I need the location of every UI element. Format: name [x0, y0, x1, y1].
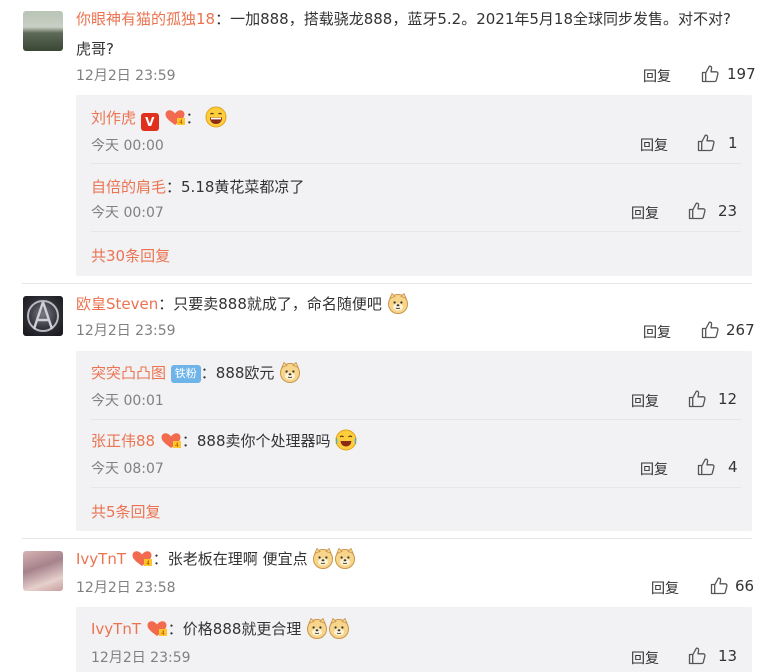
reply-button[interactable]: 回复	[640, 459, 668, 479]
reply-item: 张正伟88 ：888卖你个处理器吗	[91, 429, 357, 451]
thumb-up-icon[interactable]	[687, 389, 707, 409]
reply-time: 今天 00:07	[91, 205, 164, 221]
reply-item: 刘作虎 V ：	[91, 106, 227, 131]
comment-time: 12月2日 23:59	[76, 68, 176, 84]
comment-time: 12月2日 23:58	[76, 580, 176, 596]
like-count: 197	[727, 65, 756, 83]
comment-2: 欧皇Steven：只要卖888就成了，命名随便吧	[76, 292, 409, 314]
comment-text: ：一加888，搭载骁龙888，蓝牙5.2。2021年5月18全球同步发售。对不对…	[215, 10, 731, 28]
reply-time: 12月2日 23:59	[91, 650, 191, 666]
divider	[91, 487, 741, 488]
like-count: 66	[735, 577, 755, 595]
reply-text: ：888卖你个处理器吗	[181, 432, 331, 450]
reply-box: IvyTnT ：价格888就更合理 12月2日 23:59 回复 13	[76, 607, 752, 672]
thumb-up-icon[interactable]	[696, 457, 716, 477]
reply-time: 今天 00:00	[91, 138, 164, 154]
reply-item: IvyTnT ：价格888就更合理	[91, 617, 350, 639]
like-count: 4	[728, 458, 738, 476]
reply-item: 自倍的肩毛：5.18黄花菜都凉了	[91, 176, 304, 197]
reply-button[interactable]: 回复	[651, 578, 679, 598]
thumb-up-icon[interactable]	[700, 320, 720, 340]
like-count: 267	[726, 321, 755, 339]
reply-item: 突突凸凸图 铁粉 ：888欧元	[91, 361, 301, 383]
like-count: 13	[718, 647, 738, 665]
thumb-up-icon[interactable]	[700, 64, 720, 84]
divider	[91, 231, 741, 232]
username[interactable]: 刘作虎	[91, 109, 136, 127]
reply-box: 突突凸凸图 铁粉 ：888欧元 今天 00:01 回复 12 张正伟88 ：888…	[76, 351, 752, 531]
thumb-up-icon[interactable]	[687, 201, 707, 221]
reply-time: 今天 08:07	[91, 461, 164, 477]
thumb-up-icon[interactable]	[687, 646, 707, 666]
reply-button[interactable]: 回复	[631, 648, 659, 668]
username[interactable]: 突突凸凸图	[91, 364, 166, 382]
like-count: 1	[728, 134, 738, 152]
more-replies-link[interactable]: 共30条回复	[91, 245, 170, 266]
avatar[interactable]	[23, 11, 63, 51]
username[interactable]: 张正伟88	[91, 432, 155, 450]
comment-divider	[22, 283, 752, 284]
thumb-up-icon[interactable]	[709, 576, 729, 596]
cry-laugh-emoji-icon	[335, 429, 357, 451]
thumb-up-icon[interactable]	[696, 133, 716, 153]
doge-emoji-icon	[328, 617, 350, 639]
reply-button[interactable]: 回复	[640, 135, 668, 155]
username[interactable]: 欧皇Steven	[76, 295, 158, 313]
comment-text: ：只要卖888就成了，命名随便吧	[158, 295, 382, 313]
reply-text: ：	[185, 109, 201, 127]
username[interactable]: 自倍的肩毛	[91, 178, 166, 196]
reply-button[interactable]: 回复	[631, 391, 659, 411]
comment-text: ：张老板在理啊 便宜点	[152, 550, 308, 568]
comment-time: 12月2日 23:59	[76, 323, 176, 339]
reply-box: 刘作虎 V ： 今天 00:00 回复 1 自倍的肩毛：5.18黄花菜都凉了 今…	[76, 95, 752, 276]
comment-3: IvyTnT ：张老板在理啊 便宜点	[76, 547, 356, 569]
comment-1: 你眼神有猫的孤独18：一加888，搭载骁龙888，蓝牙5.2。2021年5月18…	[76, 8, 731, 29]
doge-emoji-icon	[387, 292, 409, 314]
divider	[91, 163, 741, 164]
doge-emoji-icon	[312, 547, 334, 569]
avatar[interactable]	[23, 296, 63, 336]
username[interactable]: 你眼神有猫的孤独18	[76, 10, 215, 28]
reply-text: ：5.18黄花菜都凉了	[166, 178, 305, 196]
doge-emoji-icon	[279, 361, 301, 383]
reply-button[interactable]: 回复	[643, 66, 671, 86]
avatar[interactable]	[23, 551, 63, 591]
verified-v-icon: V	[140, 113, 159, 131]
username[interactable]: IvyTnT	[76, 550, 126, 568]
comment-divider	[22, 538, 752, 539]
like-count: 12	[718, 390, 738, 408]
reply-text: ：价格888就更合理	[167, 620, 302, 638]
heart-fan-badge-icon	[146, 620, 168, 638]
doge-emoji-icon	[334, 547, 356, 569]
divider	[91, 419, 741, 420]
doge-emoji-icon	[306, 617, 328, 639]
reply-time: 今天 00:01	[91, 393, 164, 409]
reply-button[interactable]: 回复	[631, 203, 659, 223]
laughing-emoji-icon	[205, 106, 227, 128]
reply-text: ：888欧元	[200, 364, 275, 382]
like-count: 23	[718, 202, 738, 220]
reply-button[interactable]: 回复	[643, 322, 671, 342]
comment-text-continued: 虎哥?	[76, 40, 114, 58]
fan-badge: 铁粉	[170, 365, 201, 383]
heart-fan-badge-icon	[164, 109, 186, 127]
more-replies-link[interactable]: 共5条回复	[91, 501, 161, 522]
heart-fan-badge-icon	[131, 550, 153, 568]
heart-fan-badge-icon	[160, 432, 182, 450]
username[interactable]: IvyTnT	[91, 620, 141, 638]
